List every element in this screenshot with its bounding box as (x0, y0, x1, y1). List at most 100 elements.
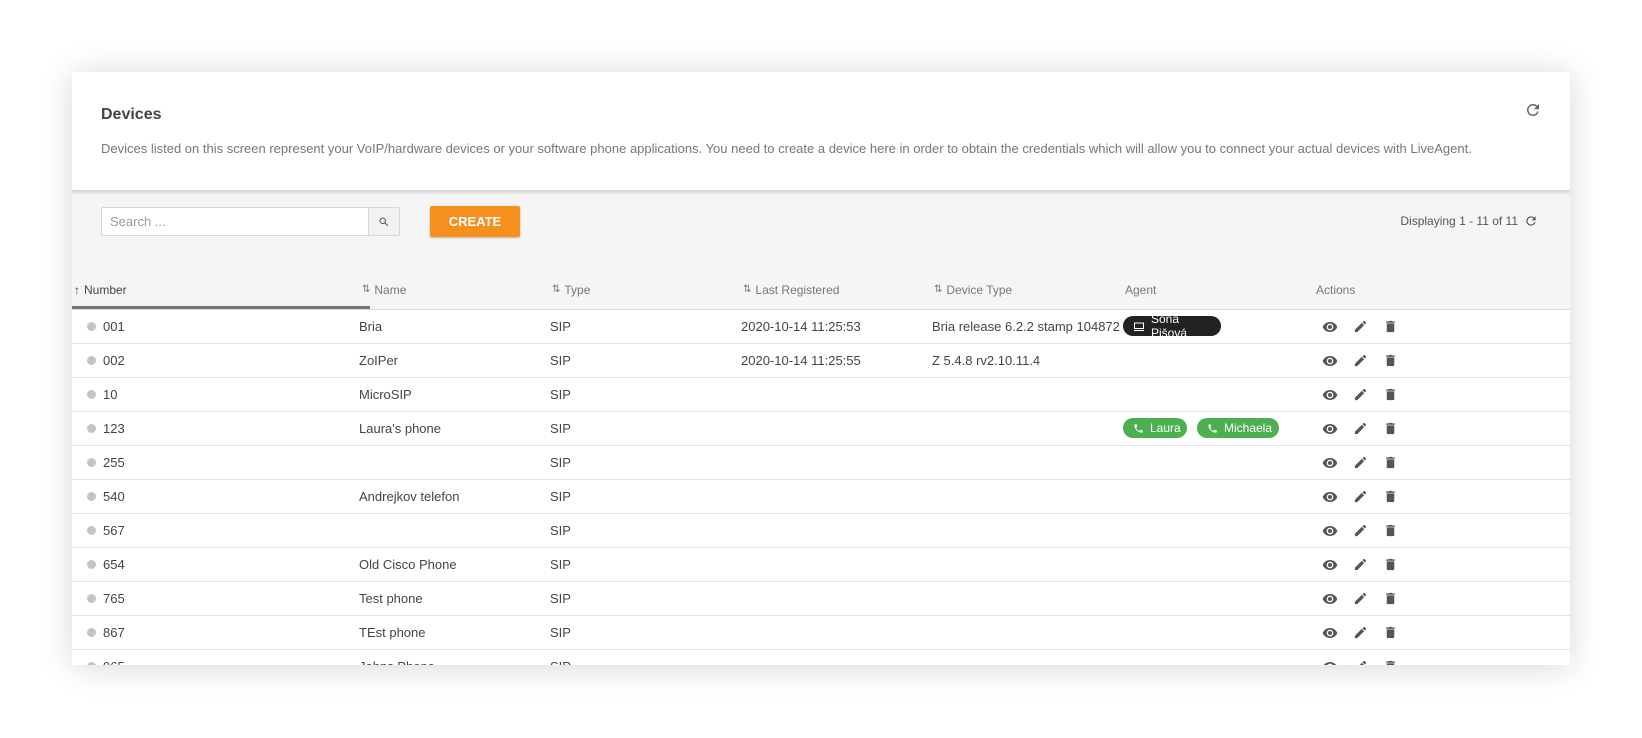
search-input[interactable] (101, 207, 369, 236)
table-row[interactable]: 001 Bria SIP 2020-10-14 11:25:53 Bria releas… (72, 310, 1570, 344)
column-device-type-label: Device Type (946, 282, 1013, 297)
view-icon[interactable] (1322, 523, 1338, 539)
view-icon[interactable] (1322, 591, 1338, 607)
agent-name: Michaela (1224, 421, 1273, 435)
edit-icon[interactable] (1352, 557, 1368, 573)
device-number: 965 (103, 650, 125, 665)
edit-icon[interactable] (1352, 591, 1368, 607)
devices-header: Devices Devices listed on this screen re… (72, 72, 1570, 191)
table-row[interactable]: 567 SIP (72, 514, 1570, 548)
delete-icon[interactable] (1382, 353, 1398, 369)
phone-icon (1207, 423, 1218, 434)
table-row[interactable]: 10 MicroSIP SIP (72, 378, 1570, 412)
table-row[interactable]: 123 Laura's phone SIP Laura Michaela (72, 412, 1570, 446)
display-count-label: Displaying 1 - 11 of 11 (1400, 214, 1518, 228)
row-actions (1322, 446, 1398, 479)
delete-icon[interactable] (1382, 659, 1398, 665)
row-actions (1322, 514, 1398, 547)
delete-icon[interactable] (1382, 557, 1398, 573)
column-last-registered[interactable]: ⇅ Last Registered (743, 270, 839, 309)
table-header: ↑ Number ⇅ Name ⇅ Type ⇅ Last Registered… (72, 270, 1570, 310)
device-number: 654 (103, 557, 125, 572)
device-number: 002 (103, 353, 125, 368)
sort-icon: ⇅ (552, 284, 561, 295)
delete-icon[interactable] (1382, 421, 1398, 437)
table-body: 001 Bria SIP 2020-10-14 11:25:53 Bria releas… (72, 310, 1570, 665)
status-dot-icon (87, 390, 96, 399)
delete-icon[interactable] (1382, 319, 1398, 335)
refresh-list-icon[interactable] (1524, 214, 1538, 228)
table-row[interactable]: 965 Johns Phone SIP (72, 650, 1570, 665)
delete-icon[interactable] (1382, 591, 1398, 607)
view-icon[interactable] (1322, 625, 1338, 641)
delete-icon[interactable] (1382, 625, 1398, 641)
agent-badge[interactable]: Soňa Pišová (1123, 312, 1221, 340)
delete-icon[interactable] (1382, 489, 1398, 505)
device-type: Bria release 6.2.2 stamp 104872 (932, 319, 1120, 334)
last-registered: 2020-10-14 11:25:53 (741, 319, 861, 334)
view-icon[interactable] (1322, 557, 1338, 573)
row-actions (1322, 310, 1398, 343)
table-row[interactable]: 255 SIP (72, 446, 1570, 480)
device-name: MicroSIP (359, 387, 412, 402)
last-registered: 2020-10-14 11:25:55 (741, 353, 861, 368)
table-row[interactable]: 765 Test phone SIP (72, 582, 1570, 616)
refresh-icon[interactable] (1524, 101, 1542, 119)
delete-icon[interactable] (1382, 455, 1398, 471)
agent-badge[interactable]: Laura (1123, 418, 1187, 438)
edit-icon[interactable] (1352, 625, 1368, 641)
search-button[interactable] (369, 207, 400, 236)
delete-icon[interactable] (1382, 387, 1398, 403)
create-button[interactable]: CREATE (430, 206, 520, 237)
edit-icon[interactable] (1352, 659, 1368, 665)
table-row[interactable]: 002 ZoIPer SIP 2020-10-14 11:25:55 Z 5.4.8 r… (72, 344, 1570, 378)
sort-icon: ⇅ (743, 284, 752, 295)
computer-icon (1133, 321, 1145, 332)
edit-icon[interactable] (1352, 523, 1368, 539)
row-actions (1322, 650, 1398, 665)
page-title: Devices (101, 106, 162, 123)
agent-badge[interactable]: Michaela (1197, 418, 1279, 438)
device-type-protocol: SIP (550, 625, 571, 640)
devices-table: ↑ Number ⇅ Name ⇅ Type ⇅ Last Registered… (72, 270, 1570, 665)
column-actions: Actions (1316, 270, 1355, 309)
edit-icon[interactable] (1352, 387, 1368, 403)
edit-icon[interactable] (1352, 353, 1368, 369)
column-number[interactable]: ↑ Number (74, 270, 127, 309)
pagination-info: Displaying 1 - 11 of 11 (1400, 214, 1538, 228)
device-number: 867 (103, 625, 125, 640)
view-icon[interactable] (1322, 421, 1338, 437)
status-dot-icon (87, 628, 96, 637)
device-name: Old Cisco Phone (359, 557, 457, 572)
view-icon[interactable] (1322, 319, 1338, 335)
device-number: 255 (103, 455, 125, 470)
status-dot-icon (87, 458, 96, 467)
view-icon[interactable] (1322, 455, 1338, 471)
device-number: 001 (103, 319, 125, 334)
row-actions (1322, 378, 1398, 411)
device-name: Johns Phone (359, 650, 435, 665)
device-type-protocol: SIP (550, 387, 571, 402)
table-row[interactable]: 540 Andrejkov telefon SIP (72, 480, 1570, 514)
edit-icon[interactable] (1352, 319, 1368, 335)
edit-icon[interactable] (1352, 421, 1368, 437)
view-icon[interactable] (1322, 659, 1338, 665)
table-row[interactable]: 654 Old Cisco Phone SIP (72, 548, 1570, 582)
table-row[interactable]: 867 TEst phone SIP (72, 616, 1570, 650)
view-icon[interactable] (1322, 387, 1338, 403)
device-type-protocol: SIP (550, 591, 571, 606)
device-name: Bria (359, 319, 383, 334)
view-icon[interactable] (1322, 489, 1338, 505)
edit-icon[interactable] (1352, 489, 1368, 505)
column-name[interactable]: ⇅ Name (362, 270, 406, 309)
column-type[interactable]: ⇅ Type (552, 270, 590, 309)
view-icon[interactable] (1322, 353, 1338, 369)
delete-icon[interactable] (1382, 523, 1398, 539)
agent-name: Laura (1150, 421, 1181, 435)
status-dot-icon (87, 424, 96, 433)
row-actions (1322, 344, 1398, 377)
device-name: TEst phone (359, 625, 426, 640)
status-dot-icon (87, 526, 96, 535)
column-device-type[interactable]: ⇅ Device Type (934, 270, 1012, 309)
edit-icon[interactable] (1352, 455, 1368, 471)
